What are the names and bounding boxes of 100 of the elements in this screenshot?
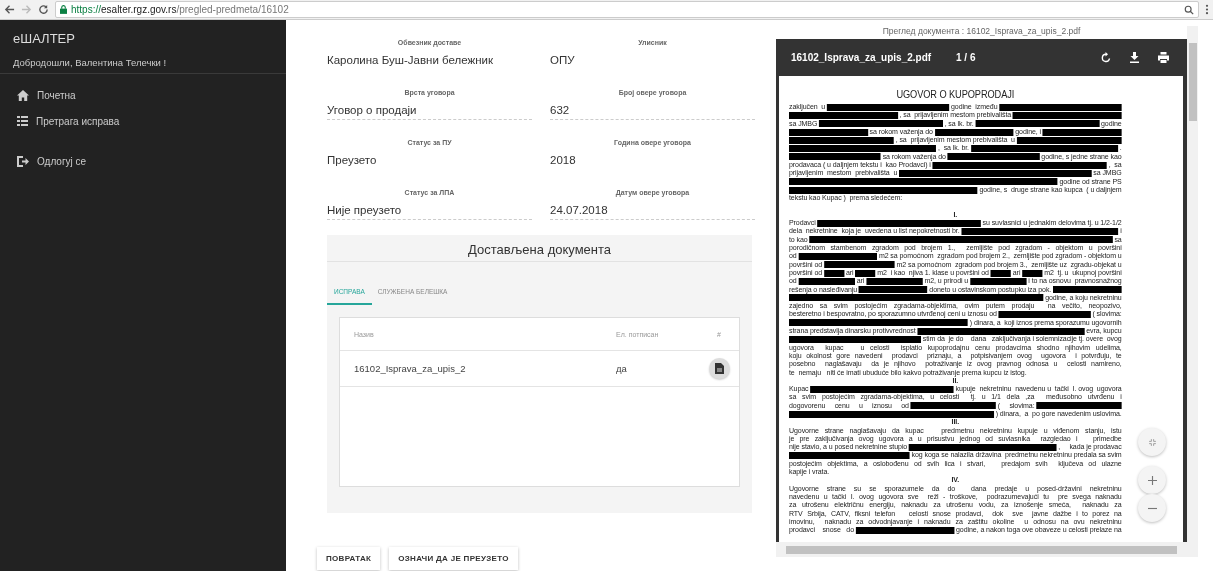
file-name: 16102_Isprava_za_upis_2.pdf [791,52,933,63]
document-text: sa JMBG [1093,169,1122,178]
document-text: dela nekretnine koja je uvedena u list nepokretnosti br. [789,227,960,236]
nav-link[interactable]: Почетна [37,89,76,101]
table-cell-text: 16102_Isprava_za_upis_2 [354,363,467,374]
action-button[interactable]: ПОВРАТАК [317,547,381,570]
lock-icon [60,5,67,14]
redaction-bar [1052,286,1122,294]
document-text: , sa prijavljenim mestom prebivališta u [895,136,1015,145]
fit-screen-icon [1147,437,1157,447]
document-text: m2 i kao njiva 1. klase u površini od [877,268,989,277]
document-text: sa rokom važenja do [882,152,946,161]
nav-link[interactable]: Претрага исправа [36,115,120,127]
document-text: površini od [789,268,823,277]
input-field[interactable]: 632 [550,104,755,120]
open-file-button[interactable] [708,358,730,379]
document-title: UGOVOR O KUPOPRODAJI [895,88,1016,100]
document-text: ( slovima: [997,401,1035,410]
document-text: kog koga se nalazila državina predmetnu nekretninu predala sa svim [911,451,1122,460]
app-brand[interactable]: еШАЛТЕР [0,20,286,49]
document-text: tekstu kao Kupac ) prema sledećem: [789,194,903,203]
document-text: od [789,277,797,286]
document-text: ugovora kupac u celosti isplatio kupoprodajnu cenu prodavcima shodno njihovim udelima, [789,343,1122,352]
section-heading: III. [951,418,960,427]
document-text: postojećim objektima, a oslobođenu od svih lica i stvari, predajom svih ključeva od ulazne [789,459,1122,468]
input-field[interactable]: Уговор о продаји [327,104,532,120]
document-text: , kada je prodavac [1058,443,1122,452]
document-text: , sa [1108,161,1122,170]
vertical-scrollbar[interactable] [1187,26,1198,557]
document-text: evra, kupcu [1086,327,1122,336]
field-value: Преузето [327,154,378,168]
document-text: i [1120,227,1122,236]
logout-icon [17,155,29,167]
document-text: je pre zaključivanja ovog ugovora a u prisustvu jednog od suvlasnika razgledao i primedbe [789,434,1122,443]
table-cell-text: да [616,363,628,374]
document-text: godine, a nakon toga ove obaveze u celosti prelaze na [956,526,1122,535]
document-text: su suvlasnici u jednakim delovima tj. u 1/2-1/2 [982,219,1122,228]
document-text: to kao [789,235,808,245]
document-text: godine [1101,119,1122,128]
print-icon[interactable] [1158,52,1169,63]
document-text: nije stavio, a u posed nekretnine stupio [789,443,908,452]
menu-icon[interactable] [1205,4,1209,15]
document-text: strana predstavlja dinarsku protivvrednost [789,327,916,336]
horizontal-scrollbar[interactable] [776,542,1187,557]
document-text: m2 sa pomoćnom zgradom pod brojem 2., zemljište pod zgradom - objektom u [878,252,1122,261]
document-text: rešenja o nasleđivanju [789,285,858,294]
document-text: sa [1114,235,1122,245]
home-icon [17,89,29,101]
field-value: ОПУ [550,54,576,68]
document-text: godine od strane PS [1059,177,1122,186]
document-text: , sa lk. br. [938,144,969,153]
document-text: m2 sa pomoćnom zgradom pod brojem 3., zemljište uz zgradu-objekat u [896,260,1122,269]
document-text: m2, u prirodi u [924,277,969,286]
document-text: Prodavci [789,219,816,228]
document-text: , sa prijavljenim mestom prebivališta [899,111,1012,120]
input-field[interactable]: Није преузето [327,204,532,220]
page-counter: 1 / 6 [956,52,977,63]
zoom-in-icon [1147,475,1157,485]
input-field[interactable]: 24.07.2018 [550,204,755,220]
list-icon [17,116,28,126]
document-text: ari [1012,268,1021,278]
section-heading: I. [953,210,958,220]
section-heading: II. [952,376,959,386]
document-text: ari [845,268,854,278]
document-text: zajedno sa svim postojećim zgradama-objektima, ovim putem prodaju na večito, neopozivo, [789,302,1122,311]
document-text: te nemaju niti će imati ubuduće bilo kakvo potraživanje prema kupcu iz istog. [789,368,1027,377]
document-text: za utrošenu električnu energiju, naknadu za utrošenu vodu, za iznošenje smeća, naknadu za [789,501,1122,510]
document-text: porodičnom stambenom zgradom pod brojem 1., zemljište pod zgradom - objektom u površini [789,244,1122,253]
document-text: prodavci snose do [789,526,854,535]
download-icon[interactable] [1130,52,1139,63]
document-text: stim da je do dana zaključivanja i solemnizacije tj. overe ovog [922,335,1122,344]
welcome-text: Добродошли, Валентина Телечки ! [12,56,168,70]
file-icon [714,363,724,374]
document-text: prodavaca ( u daljnjem tekstu i kao Prodavci) i [789,161,931,170]
document-text: imovinu, naknadu za odvodnjavanje i naknadu za zaštitu okoline u odnosu na ovu nekretninu [789,517,1122,527]
document-text: prijavljenim mestom prebivališta u [789,169,898,178]
document-text: zaključen u [789,103,826,112]
document-text: godine, a koju nekretninu [1045,293,1122,302]
document-text: i to na osnovu pravnosnažnog [1028,277,1122,286]
back-icon[interactable] [4,4,15,15]
document-text: doneto u ostavinskom postupku iza pok. [929,285,1052,294]
preview-caption: Преглед документа : 16102_Isprava_za_upis_2.pdf [881,25,1082,38]
document-text: ari [856,277,865,286]
field-value: Каролина Буш-Јавни бележник [327,54,494,68]
action-button[interactable]: ОЗНАЧИ ДА ЈЕ ПРЕУЗЕТО [389,547,518,570]
document-text: koju okolnost gore navedeni prodavci priznaju, a potpisivanjem ovog ugovora i potvrđuju, te [789,351,1122,360]
search-icon[interactable] [1184,4,1194,15]
address-field[interactable]: https://esalter.rgz.gov.rs/pregled-predmeta/16102 [71,4,289,15]
document-text: posebno naglašavaju da je njihovo potraživanje iz ovog pravnog odnosa u celosti namireno, [789,360,1122,369]
document-text: m2 tj. u ukupnoj površini [1044,268,1122,277]
nav-link[interactable]: Одлогуј се [37,155,87,167]
document-text: kupuje nekretninu navedenu u tački I. ovog ugovora [955,385,1122,394]
document-text: Kupac [789,385,809,394]
document-text: dogovorenu cenu u iznosu od [789,401,909,410]
document-text: površini od [789,260,823,269]
document-text: RTV Srbija, CATV, fiksni telefon celosti snose prodavci, dok sve javne dažbe i to porez na [789,509,1122,518]
document-text: navedenu u tački I. ovog ugovora sve režl - troškove, podrazumevajući tu pre svega naknadu [789,492,1122,501]
rotate-icon[interactable] [1101,52,1111,63]
reload-icon[interactable] [38,4,49,15]
document-text: Ugovorne strane su se sporazumele da do dana predaje u posed-državini nekretninu [789,484,1122,493]
